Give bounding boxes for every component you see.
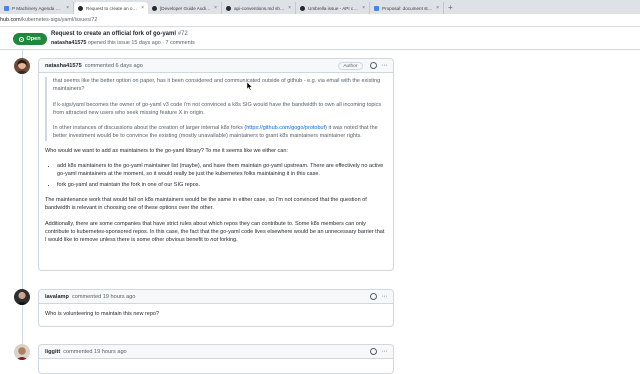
author-badge: Author: [338, 61, 363, 70]
browser-tab-bar: P Machinery Agenda & N × Request to crea…: [0, 0, 640, 14]
browser-tab[interactable]: Proposal: document structura ×: [370, 2, 444, 14]
comment-paragraph: Who is volunteering to maintain this new…: [45, 311, 160, 317]
smiley-icon[interactable]: [369, 348, 377, 355]
browser-tab[interactable]: api-conventions.md should be u ×: [222, 2, 296, 14]
browser-tab[interactable]: P Machinery Agenda & N ×: [0, 2, 74, 14]
mouse-cursor-icon: [247, 82, 253, 91]
close-icon[interactable]: ×: [66, 5, 69, 11]
comment: natasha41575 commented 6 days ago Author…: [38, 58, 394, 271]
avatar[interactable]: [14, 344, 30, 360]
avatar[interactable]: [14, 58, 30, 74]
list-item: add k8s maintainers to the go-yaml maint…: [57, 162, 387, 179]
comment-author[interactable]: natasha41575: [45, 63, 82, 69]
comment-author[interactable]: lavalamp: [45, 294, 69, 300]
doc-icon: [374, 5, 379, 11]
github-icon: [226, 5, 231, 11]
kebab-menu-icon[interactable]: ···: [382, 348, 388, 355]
address-bar[interactable]: hub.com/kubernetes-sigs/yaml/issues/72: [0, 14, 640, 27]
kebab-menu-icon[interactable]: ···: [382, 62, 388, 69]
tab-title: [Developer Guide Audit]: API fo: [160, 5, 211, 11]
open-status-badge: Open: [13, 33, 47, 45]
comment-header: lavalamp commented 19 hours ago ···: [39, 290, 393, 304]
browser-tab[interactable]: [Developer Guide Audit]: API fo ×: [148, 2, 222, 14]
blockquote: that seems like the better option on pap…: [45, 77, 387, 141]
comment: lavalamp commented 19 hours ago ··· Who …: [38, 289, 394, 327]
comment-paragraph: The maintenance work that would fall on …: [45, 196, 367, 212]
issue-header: Open Request to create an official fork …: [0, 28, 640, 50]
comment-paragraph: Additionally, there are some companies t…: [45, 220, 385, 244]
comment-author[interactable]: liggitt: [45, 349, 60, 355]
comment-paragraph: Who would we want to add as maintainers …: [45, 147, 288, 154]
issue-title: Request to create an official fork of go…: [51, 31, 188, 37]
tab-title: P Machinery Agenda & N: [12, 5, 64, 11]
close-icon[interactable]: ×: [141, 5, 144, 11]
comment-time[interactable]: commented 6 days ago: [85, 63, 143, 69]
comment-header: natasha41575 commented 6 days ago Author…: [39, 59, 393, 73]
issue-number: #72: [177, 31, 188, 37]
github-icon: [152, 5, 157, 11]
comment-time[interactable]: commented 19 hours ago: [63, 349, 126, 355]
github-icon: [78, 5, 83, 11]
tab-title: Request to create an official fo: [86, 5, 139, 11]
close-icon[interactable]: ×: [362, 5, 365, 11]
comment-body: that seems like the better option on pap…: [39, 73, 393, 255]
issue-open-icon: [19, 36, 25, 42]
protobuf-link[interactable]: https://github.com/gogo/protobuf: [246, 125, 325, 131]
browser-tab-active[interactable]: Request to create an official fo ×: [74, 2, 148, 14]
comment-time[interactable]: commented 19 hours ago: [72, 294, 135, 300]
option-list: add k8s maintainers to the go-yaml maint…: [57, 162, 387, 189]
tab-title: api-conventions.md should be u: [234, 5, 286, 11]
close-icon[interactable]: ×: [288, 5, 291, 11]
github-icon: [300, 5, 305, 11]
smiley-icon[interactable]: [369, 62, 377, 69]
comment-header: liggitt commented 19 hours ago ···: [39, 345, 393, 359]
issue-meta: natasha41575 opened this issue 15 days a…: [51, 40, 195, 46]
tab-title: Umbrella issue - API conventio: [308, 5, 359, 11]
new-tab-icon[interactable]: +: [444, 2, 457, 14]
issue-author-link[interactable]: natasha41575: [51, 40, 86, 46]
kebab-menu-icon[interactable]: ···: [382, 293, 388, 300]
comment: liggitt commented 19 hours ago ···: [38, 344, 394, 374]
list-item: fork go-yaml and maintain the fork in on…: [57, 181, 387, 189]
smiley-icon[interactable]: [369, 293, 377, 300]
close-icon[interactable]: ×: [214, 5, 217, 11]
browser-tab[interactable]: Umbrella issue - API conventio ×: [296, 2, 370, 14]
timeline-line: [22, 50, 23, 360]
close-icon[interactable]: ×: [436, 5, 439, 11]
tab-title: Proposal: document structura: [382, 5, 433, 11]
avatar[interactable]: [14, 289, 30, 305]
comment-body: Who is volunteering to maintain this new…: [39, 304, 393, 329]
url-text: hub.com/kubernetes-sigs/yaml/issues/72: [0, 17, 98, 23]
favicon-icon: [4, 5, 9, 11]
